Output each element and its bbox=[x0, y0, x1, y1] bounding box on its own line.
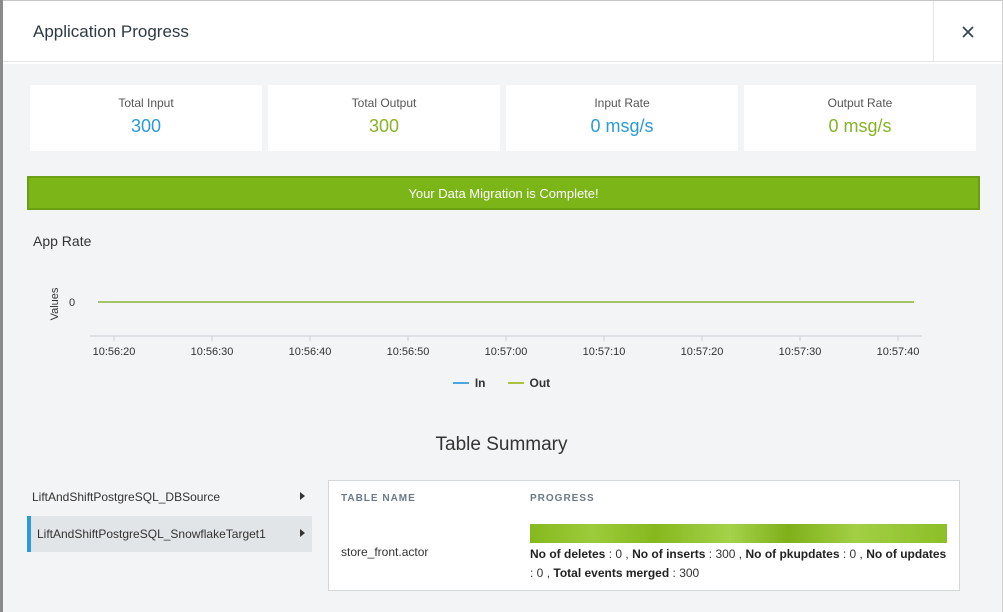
legend-swatch-in bbox=[452, 382, 469, 384]
stat-card-total-input: Total Input 300 bbox=[30, 85, 262, 151]
source-item-label: LiftAndShiftPostgreSQL_DBSource bbox=[32, 490, 221, 504]
x-tick-label: 10:57:00 bbox=[485, 346, 528, 358]
caret-right-icon bbox=[300, 529, 305, 537]
deletes-label: No of deletes bbox=[530, 547, 606, 561]
x-tick-label: 10:56:20 bbox=[93, 346, 136, 358]
source-item-label: LiftAndShiftPostgreSQL_SnowflakeTarget1 bbox=[37, 527, 266, 541]
stat-label: Total Input bbox=[118, 96, 174, 110]
app-rate-chart: Values 0 10:56:20 10:56:30 10:56:40 10:56:50 1… bbox=[49, 287, 922, 358]
progress-stats: No of deletes : 0 , No of inserts : 300 … bbox=[530, 547, 947, 580]
stat-card-output-rate: Output Rate 0 msg/s bbox=[744, 85, 976, 151]
legend-label-out: Out bbox=[529, 376, 551, 390]
stat-label: Total Output bbox=[351, 96, 417, 110]
legend-swatch-out bbox=[507, 382, 524, 384]
table-progress-panel: TABLE NAME PROGRESS store_front.actor No… bbox=[328, 480, 960, 591]
legend-item-in[interactable]: In bbox=[452, 375, 486, 391]
dialog-title: Application Progress bbox=[33, 22, 189, 41]
source-item-snowflake-target[interactable]: LiftAndShiftPostgreSQL_SnowflakeTarget1 bbox=[27, 516, 312, 552]
legend-item-out[interactable]: Out bbox=[507, 375, 551, 391]
legend-label-in: In bbox=[474, 376, 486, 390]
y-tick-label: 0 bbox=[69, 297, 75, 309]
chart-title: App Rate bbox=[33, 233, 92, 249]
table-summary-title: Table Summary bbox=[435, 434, 568, 455]
close-button[interactable] bbox=[933, 1, 1002, 62]
inserts-label: No of inserts bbox=[632, 547, 706, 561]
stat-value: 0 msg/s bbox=[828, 116, 892, 136]
deletes-value: 0 bbox=[615, 547, 623, 561]
stat-card-input-rate: Input Rate 0 msg/s bbox=[506, 85, 738, 151]
dialog-header: Application Progress bbox=[3, 1, 1002, 62]
merged-value: 300 bbox=[679, 566, 700, 580]
inserts-value: 300 bbox=[715, 547, 736, 561]
x-tick-label: 10:56:50 bbox=[387, 346, 430, 358]
stat-value: 0 msg/s bbox=[590, 116, 654, 136]
column-header-table-name: TABLE NAME bbox=[341, 493, 416, 504]
y-axis-label: Values bbox=[49, 287, 61, 320]
x-tick-label: 10:57:20 bbox=[681, 346, 724, 358]
stat-label: Output Rate bbox=[827, 96, 893, 110]
chart-legend: In Out bbox=[0, 375, 1003, 391]
stat-value: 300 bbox=[130, 116, 162, 136]
stat-card-total-output: Total Output 300 bbox=[268, 85, 500, 151]
x-tick-label: 10:57:30 bbox=[779, 346, 822, 358]
pkupdates-label: No of pkupdates bbox=[745, 547, 840, 561]
updates-label: No of updates bbox=[866, 547, 947, 561]
table-name-cell: store_front.actor bbox=[341, 545, 429, 559]
column-header-progress: PROGRESS bbox=[530, 493, 595, 504]
progress-bar bbox=[530, 524, 947, 543]
source-item-dbsource[interactable]: LiftAndShiftPostgreSQL_DBSource bbox=[27, 479, 312, 515]
x-tick-label: 10:56:40 bbox=[289, 346, 332, 358]
pkupdates-value: 0 bbox=[849, 547, 857, 561]
x-tick-label: 10:56:30 bbox=[191, 346, 234, 358]
close-icon bbox=[962, 25, 974, 38]
merged-label: Total events merged bbox=[553, 566, 670, 580]
x-tick-label: 10:57:40 bbox=[877, 346, 920, 358]
updates-value: 0 bbox=[536, 566, 544, 580]
stat-label: Input Rate bbox=[594, 96, 650, 110]
stat-value: 300 bbox=[368, 116, 400, 136]
caret-right-icon bbox=[300, 492, 305, 500]
migration-complete-banner: Your Data Migration is Complete! bbox=[27, 176, 980, 210]
x-tick-label: 10:57:10 bbox=[583, 346, 626, 358]
